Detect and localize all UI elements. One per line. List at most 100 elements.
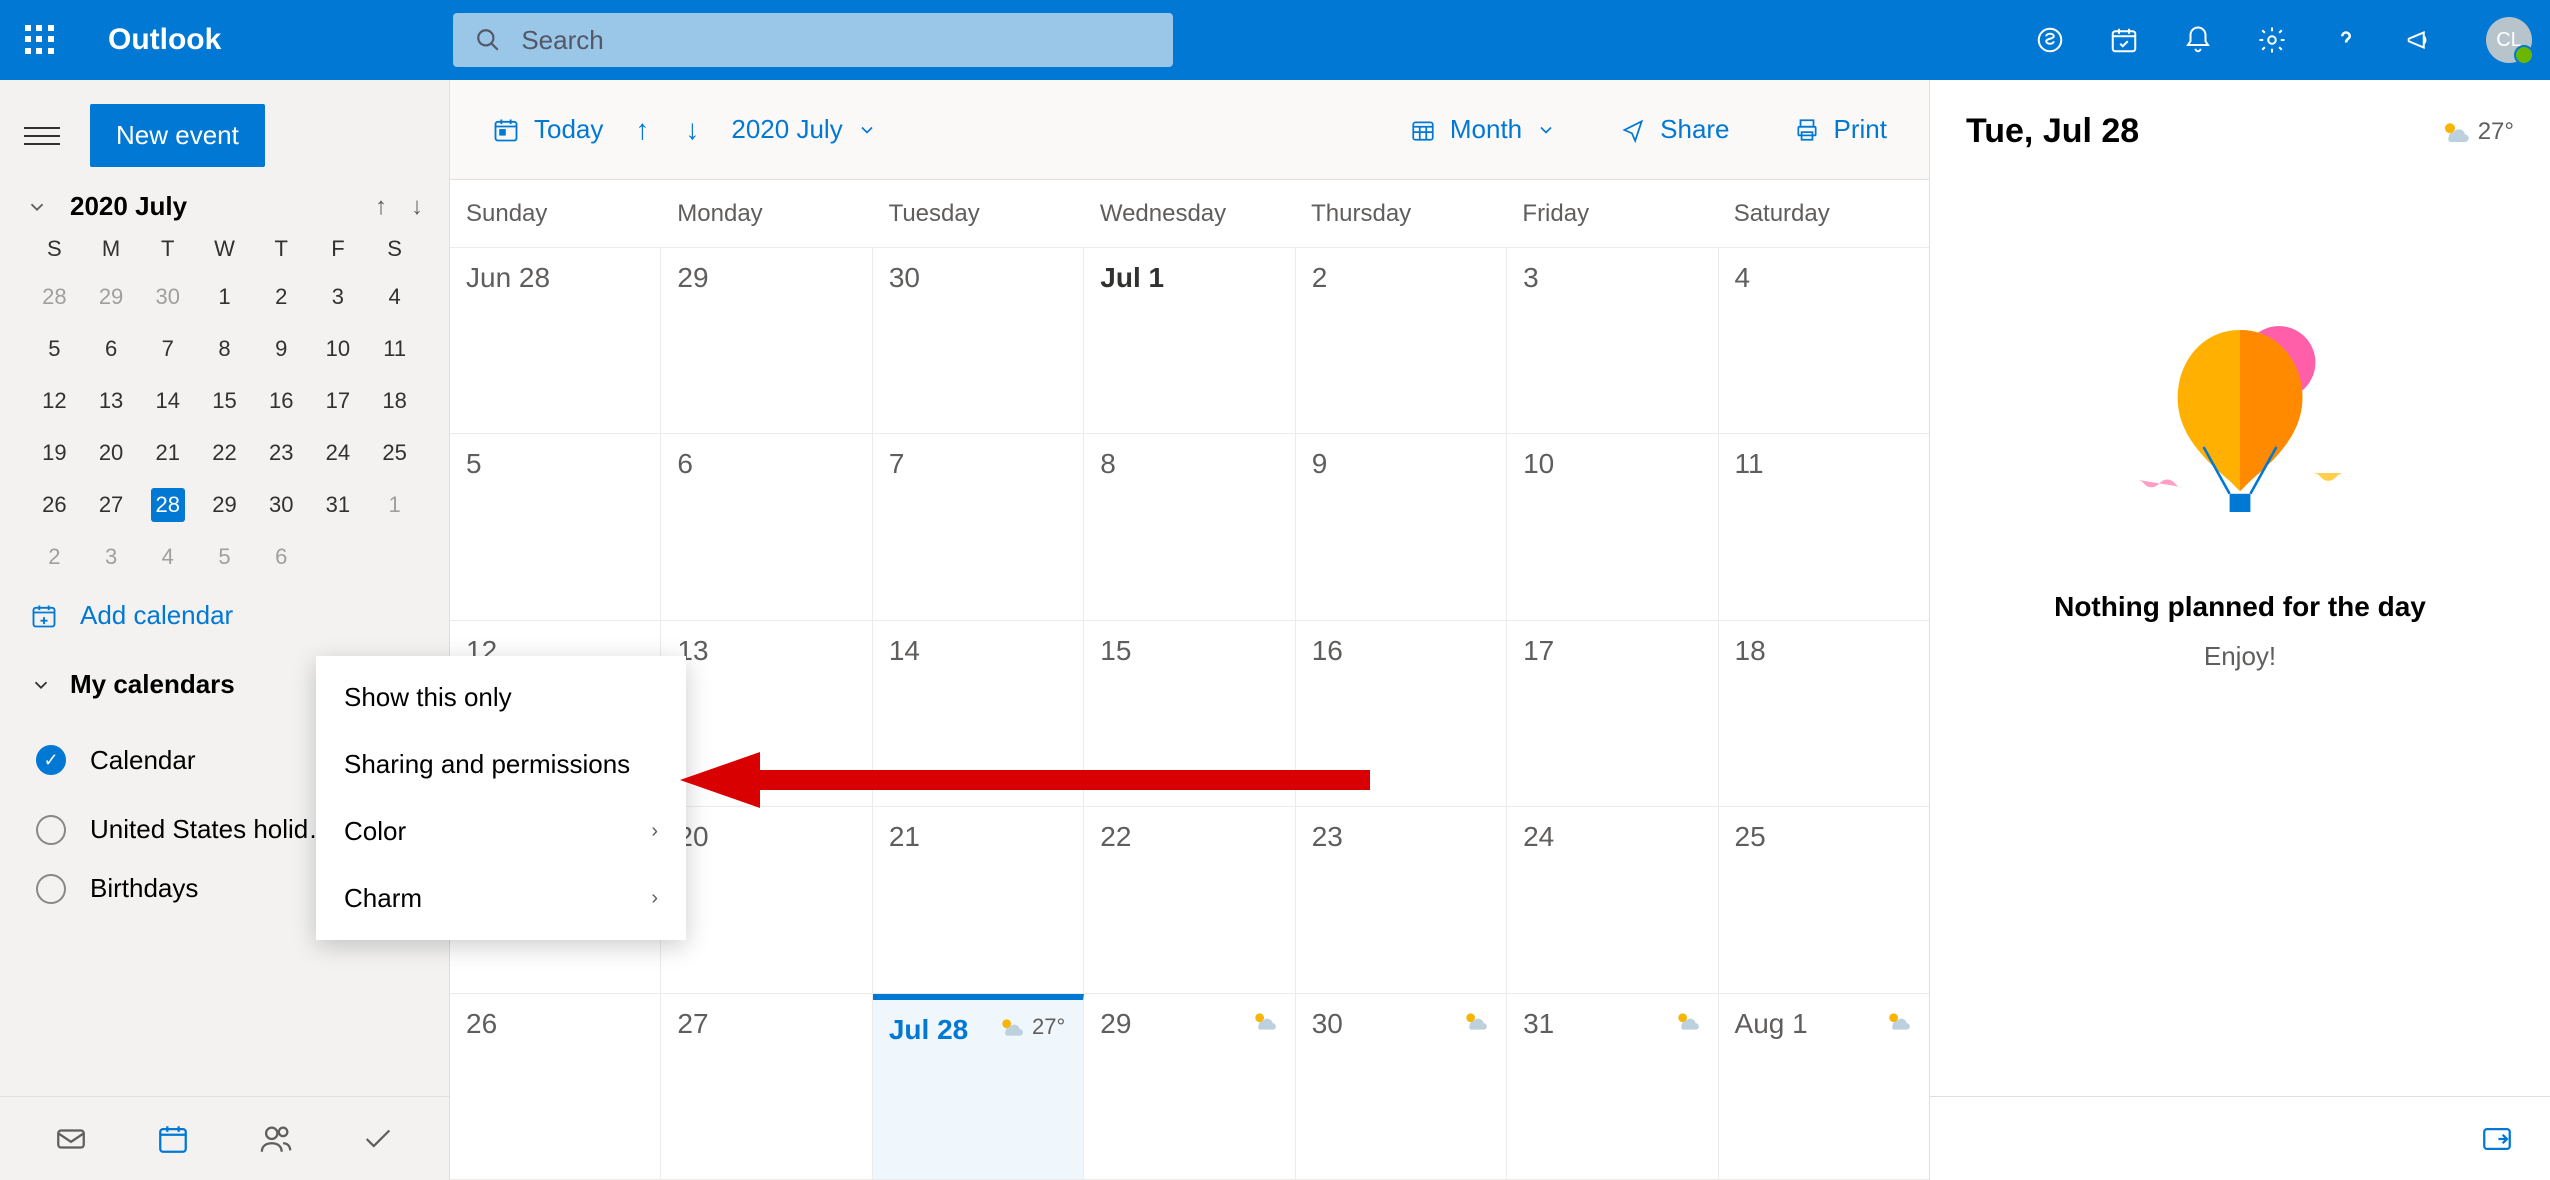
mini-day[interactable]: 20: [83, 436, 140, 470]
mini-day[interactable]: 6: [253, 540, 310, 574]
mini-day[interactable]: 28: [151, 488, 185, 522]
search-box[interactable]: [453, 13, 1173, 67]
mini-month-label[interactable]: 2020 July: [70, 191, 187, 222]
grid-cell[interactable]: 17: [1507, 621, 1718, 806]
people-module-button[interactable]: [256, 1119, 296, 1159]
help-icon[interactable]: [2330, 24, 2362, 56]
mini-next-button[interactable]: ↓: [411, 193, 423, 221]
mini-day[interactable]: 30: [139, 280, 196, 314]
grid-cell[interactable]: 20: [661, 807, 872, 992]
mini-day[interactable]: 11: [366, 332, 423, 366]
grid-cell[interactable]: 18: [1719, 621, 1929, 806]
mini-day[interactable]: 22: [196, 436, 253, 470]
grid-cell[interactable]: 10: [1507, 434, 1718, 619]
grid-cell[interactable]: 5: [450, 434, 661, 619]
calendar-module-button[interactable]: [153, 1119, 193, 1159]
mini-day[interactable]: 1: [366, 488, 423, 522]
grid-cell[interactable]: 22: [1084, 807, 1295, 992]
mini-day[interactable]: 3: [310, 280, 367, 314]
mini-day[interactable]: 23: [253, 436, 310, 470]
grid-cell[interactable]: 29: [1084, 994, 1295, 1179]
mini-day[interactable]: 4: [139, 540, 196, 574]
grid-cell[interactable]: 31: [1507, 994, 1718, 1179]
grid-cell[interactable]: 8: [1084, 434, 1295, 619]
mini-day[interactable]: 9: [253, 332, 310, 366]
context-menu-item[interactable]: Show this only: [316, 664, 686, 731]
mini-day[interactable]: 21: [139, 436, 196, 470]
grid-cell[interactable]: 4: [1719, 248, 1929, 433]
grid-cell[interactable]: Jun 28: [450, 248, 661, 433]
context-menu-item[interactable]: Sharing and permissions: [316, 731, 686, 798]
mini-day[interactable]: 12: [26, 384, 83, 418]
mini-day[interactable]: 17: [310, 384, 367, 418]
app-launcher-button[interactable]: [18, 18, 62, 62]
context-menu-item[interactable]: Color›: [316, 798, 686, 865]
menu-toggle-button[interactable]: [24, 118, 60, 154]
mini-day[interactable]: 7: [139, 332, 196, 366]
grid-cell[interactable]: 14: [873, 621, 1084, 806]
chevron-down-icon[interactable]: [26, 196, 54, 218]
mini-day[interactable]: 31: [310, 488, 367, 522]
grid-cell[interactable]: 25: [1719, 807, 1929, 992]
month-picker-button[interactable]: 2020 July: [717, 104, 890, 155]
mini-day[interactable]: 2: [253, 280, 310, 314]
calendar-checkbox[interactable]: [36, 815, 66, 845]
mini-day[interactable]: 10: [310, 332, 367, 366]
open-pane-button[interactable]: [2480, 1122, 2514, 1156]
mini-prev-button[interactable]: ↑: [375, 193, 387, 221]
grid-cell[interactable]: 9: [1296, 434, 1507, 619]
grid-cell[interactable]: 16: [1296, 621, 1507, 806]
context-menu-item[interactable]: Charm›: [316, 865, 686, 932]
mini-day[interactable]: 8: [196, 332, 253, 366]
calendar-checkbox[interactable]: [36, 745, 66, 775]
mini-day[interactable]: 18: [366, 384, 423, 418]
mini-day[interactable]: 14: [139, 384, 196, 418]
mini-day[interactable]: 5: [26, 332, 83, 366]
grid-cell[interactable]: Jul 1: [1084, 248, 1295, 433]
mini-day[interactable]: 15: [196, 384, 253, 418]
today-button[interactable]: Today: [478, 104, 617, 155]
mini-day[interactable]: 24: [310, 436, 367, 470]
grid-cell[interactable]: 7: [873, 434, 1084, 619]
grid-cell[interactable]: 26: [450, 994, 661, 1179]
mini-day[interactable]: 6: [83, 332, 140, 366]
grid-cell[interactable]: 30: [873, 248, 1084, 433]
add-calendar-button[interactable]: Add calendar: [0, 574, 449, 649]
settings-icon[interactable]: [2256, 24, 2288, 56]
mini-day[interactable]: 27: [83, 488, 140, 522]
megaphone-icon[interactable]: [2404, 24, 2436, 56]
todo-module-button[interactable]: [358, 1119, 398, 1159]
grid-cell[interactable]: Aug 1: [1719, 994, 1929, 1179]
notifications-icon[interactable]: [2182, 24, 2214, 56]
mini-day[interactable]: 29: [196, 488, 253, 522]
next-period-button[interactable]: ↓: [667, 114, 717, 146]
grid-cell[interactable]: 3: [1507, 248, 1718, 433]
calendar-check-icon[interactable]: [2108, 24, 2140, 56]
grid-cell[interactable]: 21: [873, 807, 1084, 992]
grid-cell[interactable]: 27: [661, 994, 872, 1179]
grid-cell[interactable]: 6: [661, 434, 872, 619]
grid-cell[interactable]: 24: [1507, 807, 1718, 992]
new-event-button[interactable]: New event: [90, 104, 265, 167]
grid-cell[interactable]: 30: [1296, 994, 1507, 1179]
grid-cell[interactable]: 29: [661, 248, 872, 433]
grid-cell[interactable]: 13: [661, 621, 872, 806]
share-button[interactable]: Share: [1606, 104, 1743, 155]
search-input[interactable]: [521, 25, 1151, 56]
prev-period-button[interactable]: ↑: [617, 114, 667, 146]
mini-day[interactable]: 1: [196, 280, 253, 314]
grid-cell[interactable]: 11: [1719, 434, 1929, 619]
mini-day[interactable]: 29: [83, 280, 140, 314]
view-picker-button[interactable]: Month: [1396, 104, 1570, 155]
account-avatar[interactable]: CL: [2486, 17, 2532, 63]
grid-cell[interactable]: 23: [1296, 807, 1507, 992]
mini-day[interactable]: 30: [253, 488, 310, 522]
mini-day[interactable]: 26: [26, 488, 83, 522]
mail-module-button[interactable]: [51, 1119, 91, 1159]
mini-day[interactable]: 4: [366, 280, 423, 314]
grid-cell[interactable]: Jul 2827°: [873, 994, 1084, 1179]
grid-cell[interactable]: 2: [1296, 248, 1507, 433]
mini-day[interactable]: 25: [366, 436, 423, 470]
mini-day[interactable]: 3: [83, 540, 140, 574]
grid-cell[interactable]: 15: [1084, 621, 1295, 806]
